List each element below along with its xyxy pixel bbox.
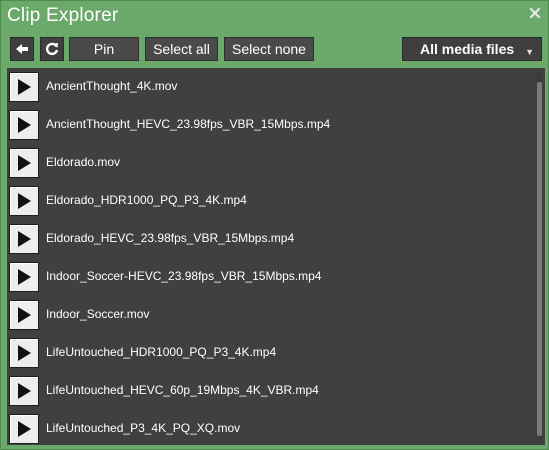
chevron-down-icon: ▼ (525, 47, 534, 57)
file-name: LifeUntouched_HDR1000_PQ_P3_4K.mp4 (46, 345, 277, 359)
play-icon (9, 376, 39, 406)
file-list-item[interactable]: AncientThought_HEVC_23.98fps_VBR_15Mbps.… (7, 106, 537, 144)
clip-explorer-window: Clip Explorer Pin Select all Select none… (0, 0, 549, 450)
file-name: LifeUntouched_P3_4K_PQ_XQ.mov (46, 421, 241, 435)
file-list-item[interactable]: Indoor_Soccer.mov (7, 296, 537, 334)
file-list[interactable]: AncientThought_4K.mov AncientThought_HEVC… (7, 68, 545, 445)
file-name: Eldorado_HEVC_23.98fps_VBR_15Mbps.mp4 (46, 231, 295, 245)
play-icon (9, 338, 39, 368)
play-icon (9, 186, 39, 216)
file-list-item[interactable]: Eldorado_HDR1000_PQ_P3_4K.mp4 (7, 182, 537, 220)
file-list-item[interactable]: Indoor_Soccer-HEVC_23.98fps_VBR_15Mbps.m… (7, 258, 537, 296)
play-icon (9, 262, 39, 292)
file-name: Eldorado_HDR1000_PQ_P3_4K.mp4 (46, 193, 247, 207)
file-list-item[interactable]: LifeUntouched_HEVC_60p_19Mbps_4K_VBR.mp4 (7, 372, 537, 410)
file-name: Indoor_Soccer-HEVC_23.98fps_VBR_15Mbps.m… (46, 269, 322, 283)
select-all-button[interactable]: Select all (145, 37, 218, 61)
play-icon (9, 72, 39, 102)
file-list-item[interactable]: LifeUntouched_P3_4K_PQ_XQ.mov (7, 410, 537, 445)
arrow-left-icon (16, 44, 28, 54)
file-name: LifeUntouched_HEVC_60p_19Mbps_4K_VBR.mp4 (46, 383, 319, 397)
scrollbar-thumb[interactable] (537, 82, 542, 436)
close-icon[interactable] (528, 6, 542, 20)
file-name: AncientThought_4K.mov (46, 79, 178, 93)
media-filter-value: All media files (420, 41, 515, 57)
window-title: Clip Explorer (7, 5, 119, 26)
back-button[interactable] (10, 37, 34, 61)
play-icon (9, 414, 39, 444)
play-icon (9, 300, 39, 330)
refresh-icon (45, 42, 59, 56)
play-icon (9, 110, 39, 140)
file-name: Indoor_Soccer.mov (46, 307, 150, 321)
file-list-item[interactable]: LifeUntouched_HDR1000_PQ_P3_4K.mp4 (7, 334, 537, 372)
toolbar: Pin Select all Select none All media fil… (1, 31, 549, 65)
file-list-item[interactable]: Eldorado_HEVC_23.98fps_VBR_15Mbps.mp4 (7, 220, 537, 258)
file-name: AncientThought_HEVC_23.98fps_VBR_15Mbps.… (46, 117, 331, 131)
pin-button[interactable]: Pin (69, 37, 139, 61)
scrollbar[interactable] (537, 72, 542, 440)
title-bar: Clip Explorer (1, 1, 549, 31)
play-icon (9, 148, 39, 178)
play-icon (9, 224, 39, 254)
refresh-button[interactable] (40, 37, 64, 61)
select-none-button[interactable]: Select none (224, 37, 314, 61)
file-list-item[interactable]: AncientThought_4K.mov (7, 68, 537, 106)
media-filter-select[interactable]: All media files ▼ (402, 37, 542, 61)
file-list-item[interactable]: Eldorado.mov (7, 144, 537, 182)
file-name: Eldorado.mov (46, 155, 121, 169)
